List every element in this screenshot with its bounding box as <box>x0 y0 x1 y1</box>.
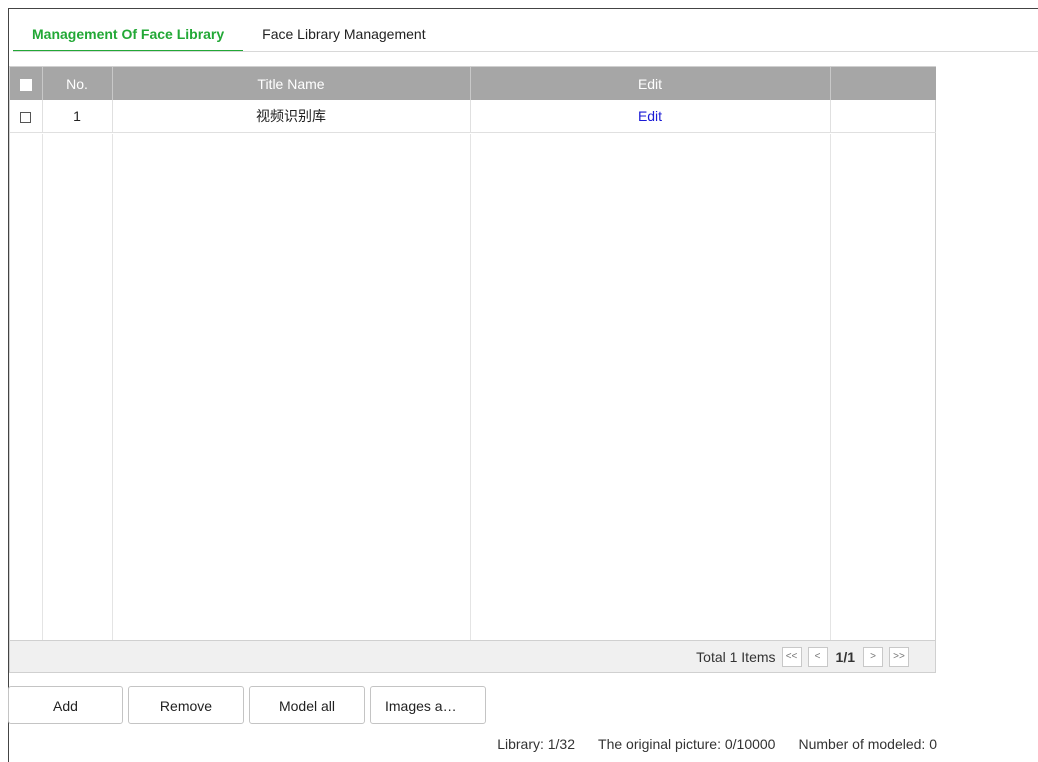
select-all-checkbox[interactable] <box>19 78 32 91</box>
row-title-name: 视频识别库 <box>112 100 471 133</box>
column-header-no: No. <box>42 67 113 100</box>
library-count: Library: 1/32 <box>497 736 576 752</box>
model-all-button[interactable]: Model all <box>249 686 365 724</box>
tab-bar: Management Of Face Library Face Library … <box>13 18 445 52</box>
tab-divider <box>13 51 1038 52</box>
column-divider <box>112 134 113 641</box>
images-button[interactable]: Images a… <box>370 686 486 724</box>
column-header-edit: Edit <box>470 67 831 100</box>
total-items-label: Total 1 Items <box>696 649 776 665</box>
row-extra-cell <box>830 100 936 133</box>
column-divider <box>830 134 831 641</box>
page-indicator: 1/1 <box>835 649 855 665</box>
modeled-count: Number of modeled: 0 <box>798 736 937 752</box>
table-header-row: No. Title Name Edit <box>10 67 936 100</box>
pagination: Total 1 Items << < 1/1 > >> <box>696 647 909 667</box>
row-checkbox[interactable] <box>20 111 32 123</box>
column-header-title-name: Title Name <box>112 67 471 100</box>
tab-face-library-management[interactable]: Face Library Management <box>243 18 444 52</box>
library-table: No. Title Name Edit 1 视频识别库 Edit Total 1… <box>9 66 936 673</box>
column-divider <box>42 134 43 641</box>
status-bar: Library: 1/32 The original picture: 0/10… <box>497 736 937 752</box>
remove-button[interactable]: Remove <box>128 686 244 724</box>
add-button[interactable]: Add <box>8 686 123 724</box>
next-page-button[interactable]: > <box>863 647 883 667</box>
row-select-cell <box>10 100 43 133</box>
action-buttons: Add Remove Model all Images a… <box>8 686 486 724</box>
prev-page-button[interactable]: < <box>807 647 828 667</box>
row-edit-cell: Edit <box>470 100 831 133</box>
first-page-button[interactable]: << <box>781 647 802 667</box>
table-footer-pager: Total 1 Items << < 1/1 > >> <box>10 640 935 672</box>
table-empty-area <box>10 134 935 641</box>
table-row[interactable]: 1 视频识别库 Edit <box>10 100 936 133</box>
row-edit-link[interactable]: Edit <box>638 108 662 124</box>
column-divider <box>470 134 471 641</box>
row-no: 1 <box>42 100 113 133</box>
column-header-extra <box>830 67 936 100</box>
last-page-button[interactable]: >> <box>889 647 909 667</box>
tab-management-of-face-library[interactable]: Management Of Face Library <box>13 18 244 52</box>
select-all-header <box>10 67 43 100</box>
original-picture-count: The original picture: 0/10000 <box>598 736 776 752</box>
